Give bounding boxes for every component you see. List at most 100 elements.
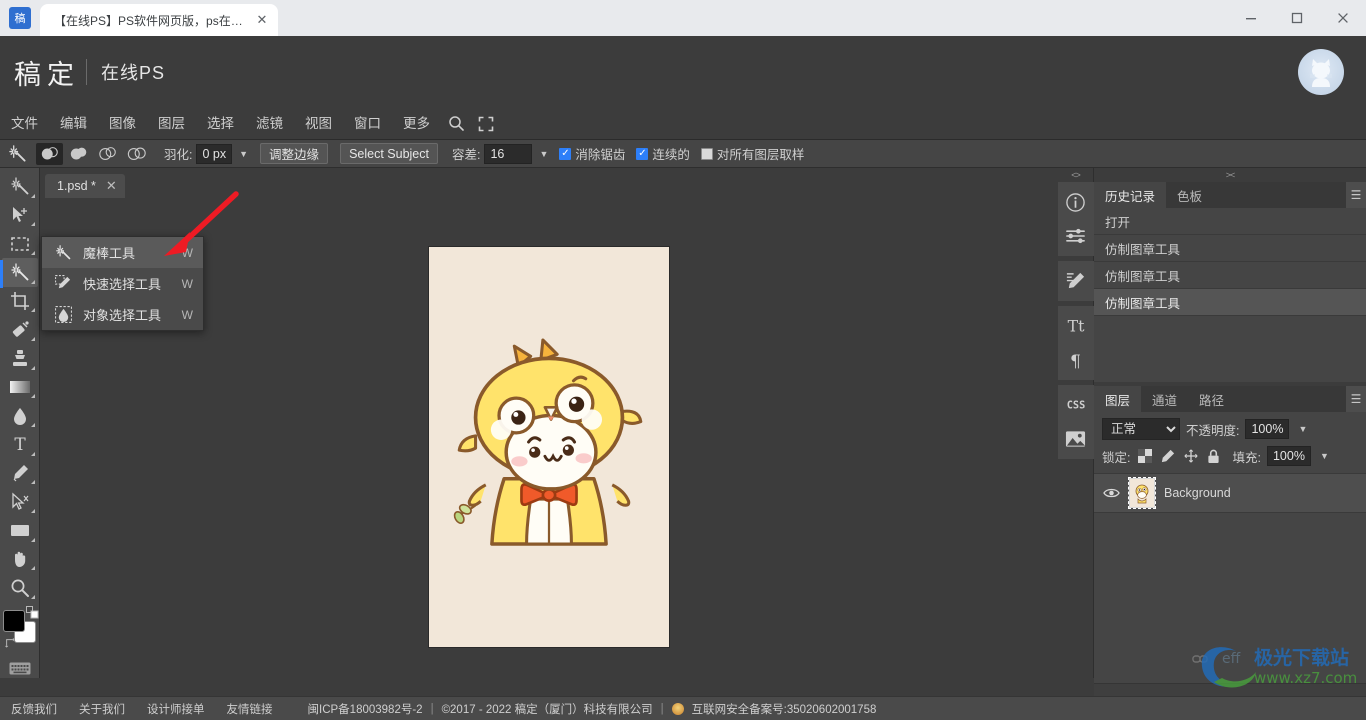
fill-value[interactable]: 100%: [1267, 446, 1311, 466]
tool-blur[interactable]: [2, 401, 38, 430]
history-row-open[interactable]: 打开: [1094, 208, 1366, 235]
magic-wand-icon[interactable]: [0, 140, 34, 168]
fullscreen-icon[interactable]: [471, 108, 501, 140]
document-tab[interactable]: 1.psd * ✕: [45, 174, 125, 198]
menu-item-window[interactable]: 窗口: [343, 108, 392, 140]
selection-mode-subtract[interactable]: [94, 143, 121, 165]
character-icon[interactable]: Tt: [1059, 309, 1093, 343]
opacity-chevron-down-icon[interactable]: ▼: [1298, 424, 1307, 434]
paragraph-icon[interactable]: ¶: [1059, 343, 1093, 377]
logo-divider: [86, 59, 87, 85]
history-row[interactable]: 仿制图章工具: [1094, 262, 1366, 289]
selection-mode-intersect[interactable]: [123, 143, 150, 165]
default-colors-icon[interactable]: [26, 606, 39, 619]
image-asset-icon[interactable]: [1059, 422, 1093, 456]
tool-gradient[interactable]: [2, 373, 38, 402]
contiguous-checkbox[interactable]: 连续的: [636, 144, 690, 163]
selection-mode-add[interactable]: [65, 143, 92, 165]
brush-settings-icon[interactable]: [1059, 264, 1093, 298]
tab-paths[interactable]: 路径: [1188, 386, 1235, 412]
dock-collapse-icon[interactable]: ><: [1094, 168, 1366, 182]
avatar[interactable]: [1298, 49, 1344, 95]
browser-tab-close-icon[interactable]: ✕: [254, 12, 270, 28]
keyboard-icon[interactable]: [9, 662, 31, 678]
refine-edge-button[interactable]: 调整边缘: [260, 143, 328, 164]
tool-eraser[interactable]: [2, 315, 38, 344]
tool-rectangle-shape[interactable]: [2, 516, 38, 545]
magic-wand-icon: [52, 244, 74, 261]
menu-item-select[interactable]: 选择: [196, 108, 245, 140]
layers-panel-menu-icon[interactable]: ☰: [1346, 386, 1366, 412]
select-subject-button[interactable]: Select Subject: [340, 143, 438, 164]
canvas-document[interactable]: [429, 247, 669, 647]
footer-beian[interactable]: 互联网安全备案号:35020602001758: [692, 701, 877, 717]
tolerance-chevron-down-icon[interactable]: ▼: [539, 149, 548, 159]
css-icon[interactable]: CSS: [1059, 388, 1093, 422]
sample-all-layers-checkbox-box: [701, 148, 713, 160]
tool-corner-marker: [31, 280, 35, 284]
menu-item-filter[interactable]: 滤镜: [245, 108, 294, 140]
document-tab-close-icon[interactable]: ✕: [106, 178, 117, 194]
selection-mode-new[interactable]: [36, 143, 63, 165]
menu-item-more[interactable]: 更多: [392, 108, 441, 140]
footer-link-about[interactable]: 关于我们: [68, 701, 136, 717]
tolerance-input[interactable]: 16: [484, 144, 532, 164]
window-close-icon[interactable]: [1320, 0, 1366, 36]
footer-link-friends[interactable]: 友情链接: [216, 701, 284, 717]
menu-item-view[interactable]: 视图: [294, 108, 343, 140]
foreground-color-swatch[interactable]: [3, 610, 25, 632]
tool-hand[interactable]: [2, 545, 38, 574]
opacity-value[interactable]: 100%: [1245, 419, 1289, 439]
browser-tab[interactable]: 【在线PS】PS软件网页版，ps在线... ✕: [40, 4, 278, 36]
menu-item-file[interactable]: 文件: [0, 108, 49, 140]
tool-corner-marker: [31, 337, 35, 341]
antialias-checkbox[interactable]: 消除锯齿: [559, 144, 625, 163]
tool-type[interactable]: T: [2, 430, 38, 459]
menu-item-edit[interactable]: 编辑: [49, 108, 98, 140]
tool-clone-stamp[interactable]: [2, 344, 38, 373]
tab-swatches[interactable]: 色板: [1166, 182, 1213, 208]
tab-history[interactable]: 历史记录: [1094, 182, 1166, 208]
footer-link-feedback[interactable]: 反馈我们: [0, 701, 68, 717]
flyout-item-object-selection[interactable]: 对象选择工具 W: [42, 299, 203, 330]
tool-path-selection[interactable]: [2, 487, 38, 516]
tool-magic-wand[interactable]: [2, 258, 38, 287]
tool-rectangular-marquee[interactable]: [2, 229, 38, 258]
feather-input[interactable]: 0 px: [196, 144, 232, 164]
tool-crop[interactable]: [2, 287, 38, 316]
footer-icp[interactable]: 闽ICP备18003982号-2: [308, 701, 423, 717]
adjustments-icon[interactable]: [1059, 219, 1093, 253]
lock-image-pixels-icon[interactable]: [1159, 448, 1176, 465]
history-row-selected[interactable]: 仿制图章工具: [1094, 289, 1366, 316]
flyout-item-magic-wand[interactable]: 魔棒工具 W: [42, 237, 203, 268]
tool-move[interactable]: [2, 201, 38, 230]
tool-magic-wand-top[interactable]: [2, 172, 38, 201]
layer-visibility-eye-icon[interactable]: [1102, 487, 1120, 499]
menu-item-image[interactable]: 图像: [98, 108, 147, 140]
rail-collapse-icon[interactable]: <>: [1058, 168, 1094, 182]
history-row[interactable]: 仿制图章工具: [1094, 235, 1366, 262]
color-swatches[interactable]: [3, 610, 37, 640]
info-icon[interactable]: [1059, 185, 1093, 219]
sample-all-layers-checkbox[interactable]: 对所有图层取样: [701, 144, 805, 163]
rail-group-text: Tt ¶: [1058, 306, 1094, 380]
lock-transparent-pixels-icon[interactable]: [1136, 448, 1153, 465]
flyout-label-magic-wand: 魔棒工具: [83, 243, 135, 262]
flyout-item-quick-selection[interactable]: 快速选择工具 W: [42, 268, 203, 299]
fill-chevron-down-icon[interactable]: ▼: [1320, 451, 1329, 461]
window-maximize-icon[interactable]: [1274, 0, 1320, 36]
lock-position-icon[interactable]: [1182, 448, 1199, 465]
footer-link-designer[interactable]: 设计师接单: [136, 701, 216, 717]
search-icon[interactable]: [441, 108, 471, 140]
layer-row[interactable]: Background: [1094, 473, 1366, 513]
menu-item-layer[interactable]: 图层: [147, 108, 196, 140]
tool-pen[interactable]: [2, 459, 38, 488]
tab-layers[interactable]: 图层: [1094, 386, 1141, 412]
tab-channels[interactable]: 通道: [1141, 386, 1188, 412]
blend-mode-select[interactable]: 正常: [1102, 418, 1180, 440]
lock-all-icon[interactable]: [1205, 448, 1222, 465]
history-panel-menu-icon[interactable]: ☰: [1346, 182, 1366, 208]
window-minimize-icon[interactable]: [1228, 0, 1274, 36]
feather-chevron-down-icon[interactable]: ▼: [239, 149, 248, 159]
tool-zoom[interactable]: [2, 573, 38, 602]
